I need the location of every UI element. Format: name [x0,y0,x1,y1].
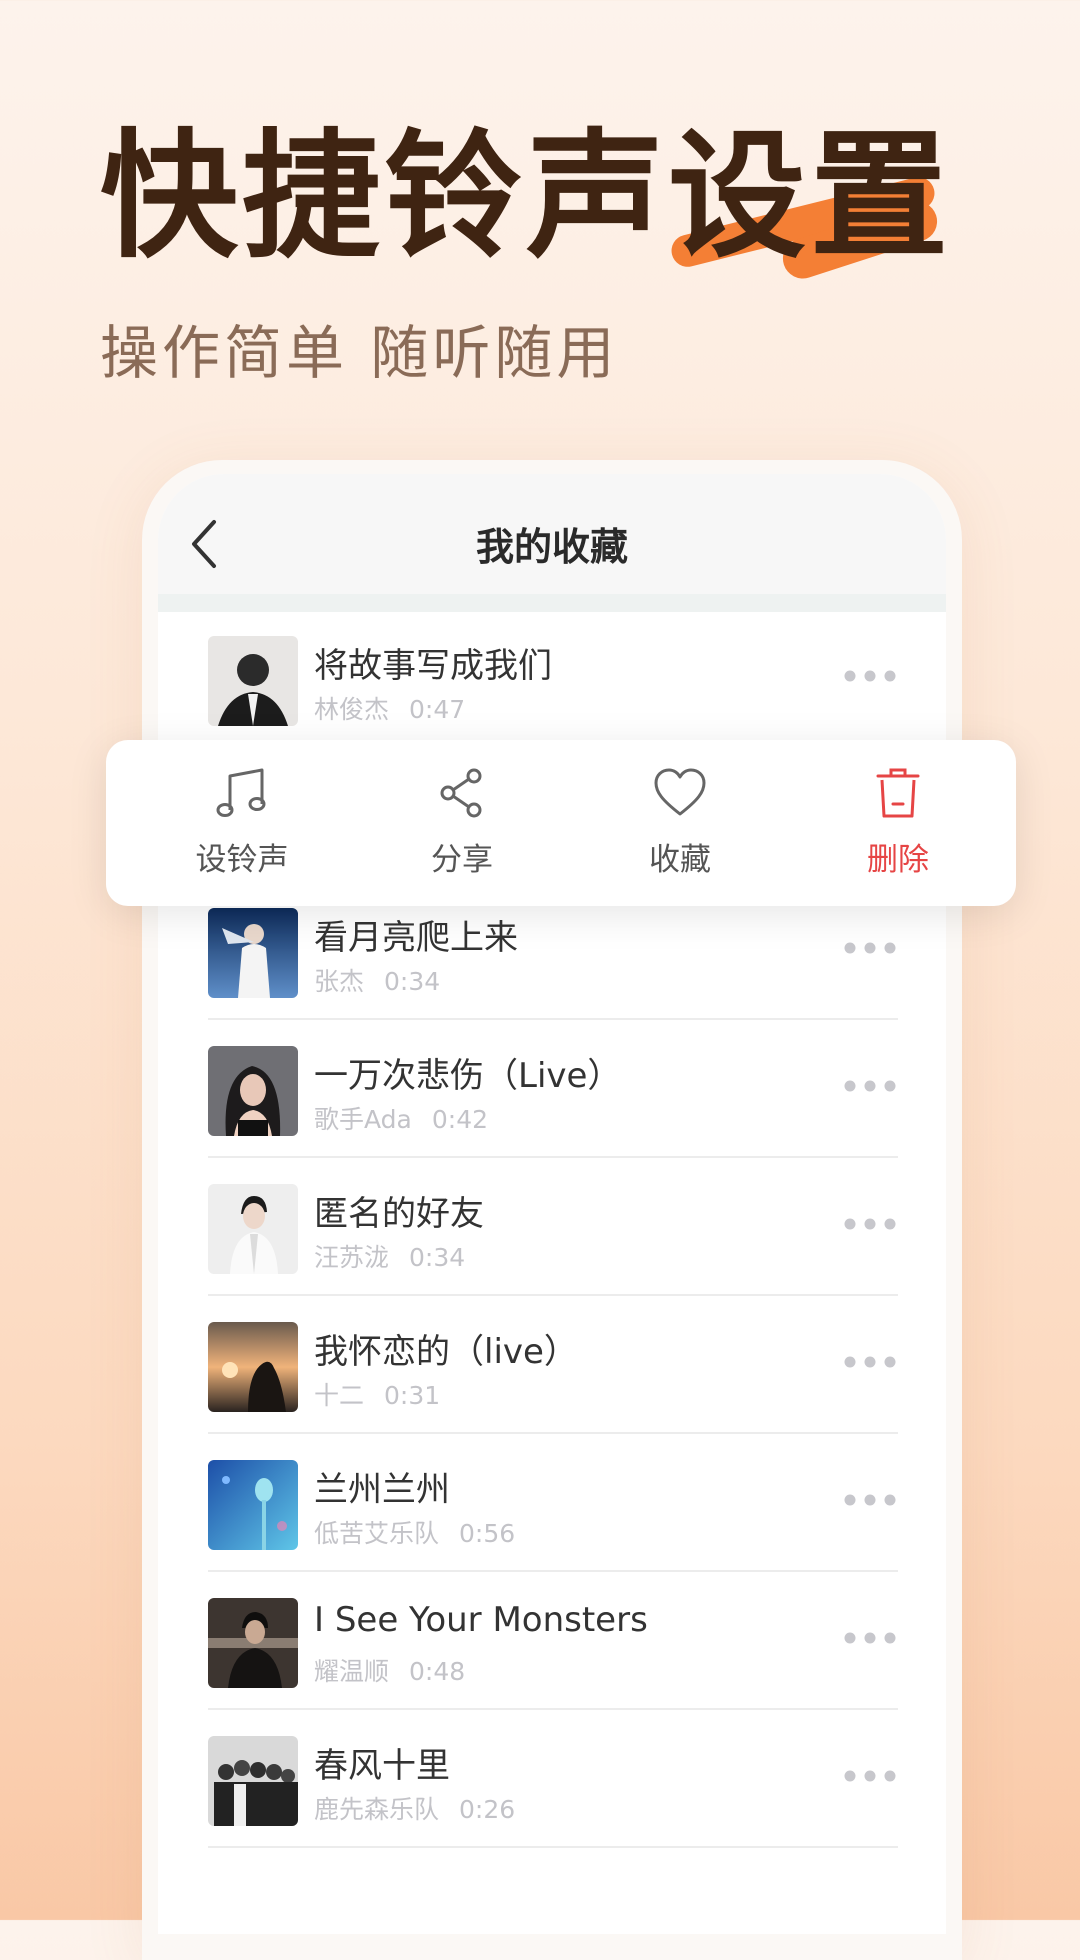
set-ringtone-button[interactable]: 设铃声 [162,766,322,879]
more-options-icon[interactable] [842,1354,898,1370]
delete-button[interactable]: 删除 [818,766,978,879]
song-title: 一万次悲伤（Live） [314,1056,622,1096]
share-button[interactable]: 分享 [382,766,542,879]
action-label: 设铃声 [195,842,289,878]
music-note-icon [216,768,266,817]
song-duration: 0:31 [384,1381,441,1410]
song-meta: 林俊杰 0:47 [314,690,465,726]
favorite-button[interactable]: 收藏 [600,766,760,879]
album-cover [208,1598,298,1688]
album-cover [208,1322,298,1412]
row-separator [208,1018,898,1020]
song-title: I See Your Monsters [314,1600,648,1640]
song-meta: 耀温顺 0:48 [314,1652,465,1688]
song-artist: 林俊杰 [314,695,390,724]
promo-subtitle: 操作简单 随听随用 [100,319,619,387]
song-duration: 0:34 [409,1243,466,1272]
song-meta: 鹿先森乐队 0:26 [314,1790,515,1826]
more-options-icon[interactable] [842,668,898,684]
song-title: 将故事写成我们 [314,646,552,686]
more-options-icon[interactable] [842,1216,898,1232]
song-title: 春风十里 [314,1746,450,1786]
song-row[interactable]: 一万次悲伤（Live） 歌手Ada 0:42 [208,1022,898,1158]
song-duration: 0:56 [459,1519,516,1548]
row-separator [208,1846,898,1848]
song-meta: 汪苏泷 0:34 [314,1238,465,1274]
row-separator [208,1570,898,1572]
album-cover [208,1460,298,1550]
song-row[interactable]: 春风十里 鹿先森乐队 0:26 [208,1712,898,1848]
row-separator [208,1294,898,1296]
song-duration: 0:48 [409,1657,466,1686]
navigation-bar: 我的收藏 [158,474,946,594]
song-duration: 0:42 [431,1105,488,1134]
row-separator [208,1432,898,1434]
row-separator [208,1156,898,1158]
song-artist: 汪苏泷 [314,1243,390,1272]
promo-headline: 快捷铃声设置 [100,116,953,277]
song-artist: 鹿先森乐队 [314,1795,440,1824]
song-title: 看月亮爬上来 [314,918,518,958]
song-row[interactable]: 匿名的好友 汪苏泷 0:34 [208,1160,898,1296]
song-title: 我怀恋的（live） [314,1332,578,1372]
header-divider [158,594,946,612]
album-cover [208,636,298,726]
song-duration: 0:47 [409,695,466,724]
song-title: 匿名的好友 [314,1194,484,1234]
more-options-icon[interactable] [842,1078,898,1094]
album-cover [208,1184,298,1274]
action-label: 删除 [867,842,929,878]
action-label: 分享 [431,842,493,878]
share-icon [440,768,482,818]
action-label: 收藏 [649,842,711,878]
song-duration: 0:26 [459,1795,516,1824]
song-row[interactable]: 我怀恋的（live） 十二 0:31 [208,1298,898,1434]
album-cover [208,1736,298,1826]
song-meta: 十二 0:31 [314,1376,440,1412]
song-meta: 低苦艾乐队 0:56 [314,1514,515,1550]
song-duration: 0:34 [384,967,441,996]
album-cover [208,908,298,998]
song-meta: 张杰 0:34 [314,962,440,998]
album-cover [208,1046,298,1136]
more-options-icon[interactable] [842,1768,898,1784]
song-artist: 十二 [314,1381,365,1410]
song-meta: 歌手Ada 0:42 [314,1100,488,1136]
song-artist: 低苦艾乐队 [314,1519,440,1548]
trash-icon [876,768,920,818]
more-options-icon[interactable] [842,940,898,956]
song-artist: 歌手Ada [314,1105,412,1134]
song-action-sheet: 设铃声 分享 收藏 删除 [106,740,1016,906]
song-artist: 耀温顺 [314,1657,390,1686]
song-row[interactable]: I See Your Monsters 耀温顺 0:48 [208,1574,898,1710]
song-artist: 张杰 [314,967,365,996]
song-title: 兰州兰州 [314,1470,450,1510]
row-separator [208,1708,898,1710]
heart-icon [654,768,706,816]
song-row[interactable]: 将故事写成我们 林俊杰 0:47 [208,612,898,748]
more-options-icon[interactable] [842,1630,898,1646]
song-row[interactable]: 兰州兰州 低苦艾乐队 0:56 [208,1436,898,1572]
page-title: 我的收藏 [475,525,628,569]
more-options-icon[interactable] [842,1492,898,1508]
phone-screen: 我的收藏 将故事写成我们 林俊杰 0:47 看月亮爬上来 张杰 0:34 一万次… [158,474,946,1934]
